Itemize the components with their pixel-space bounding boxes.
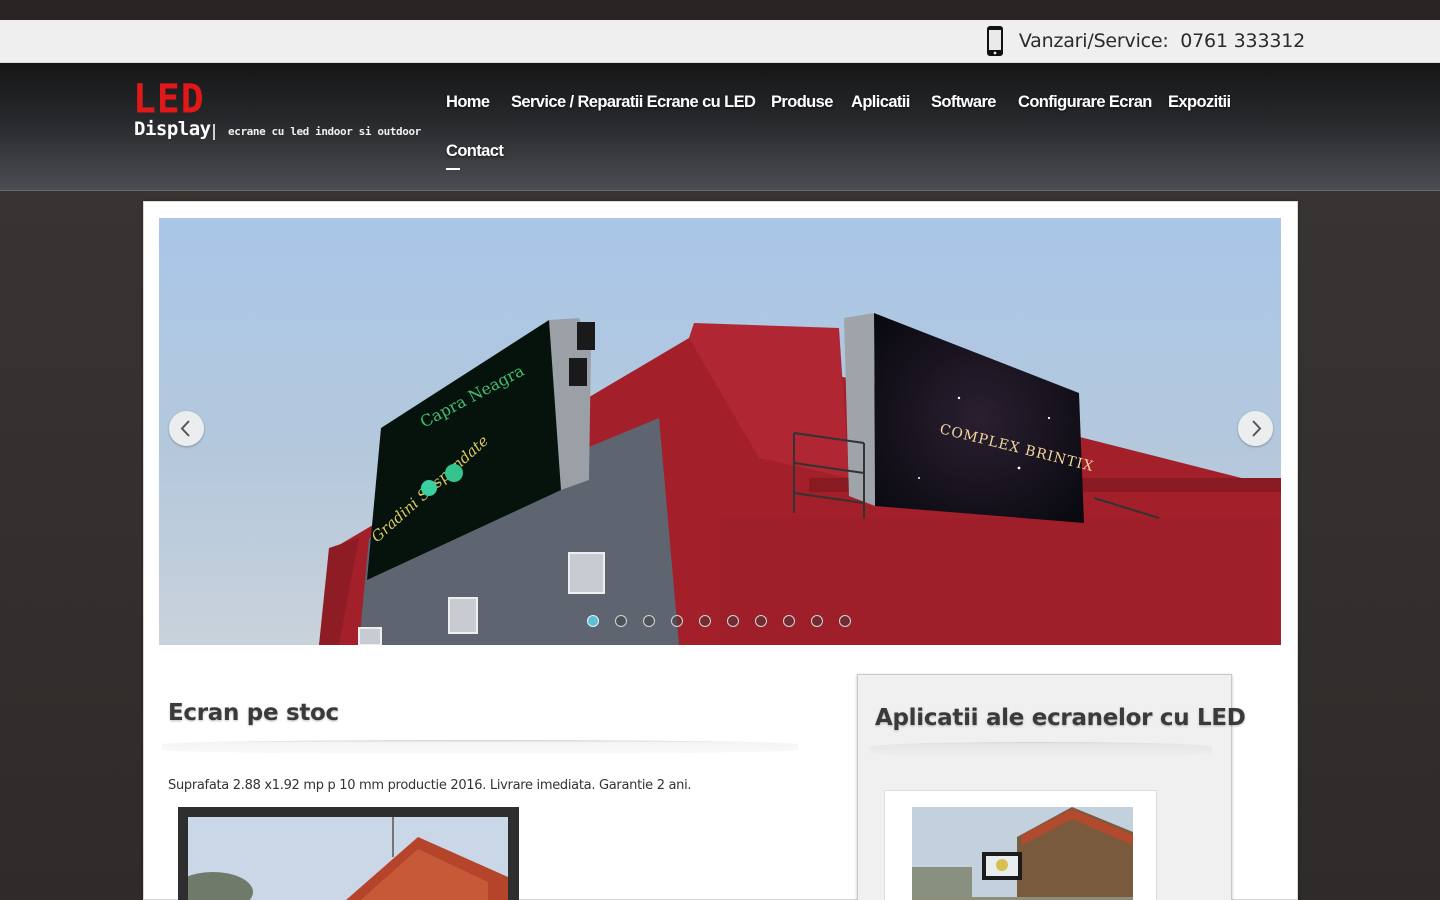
nav-aplicatii[interactable]: Aplicatii	[851, 93, 910, 112]
slider-prev-button[interactable]	[169, 411, 204, 446]
slider-dot-8[interactable]	[783, 615, 795, 627]
slider-next-button[interactable]	[1238, 411, 1273, 446]
sidebar-widget: Aplicatii ale ecranelor cu LED	[857, 674, 1246, 900]
stock-title-divider	[162, 740, 798, 754]
top-strip	[0, 0, 1440, 20]
slider-dot-9[interactable]	[811, 615, 823, 627]
sidebar-photo	[912, 807, 1133, 900]
sidebar-gallery-card[interactable]	[884, 790, 1157, 900]
nav-configurare-ecran[interactable]: Configurare Ecran	[1018, 93, 1152, 112]
site-header: LED Display ecrane cu led indoor si outd…	[0, 63, 1440, 191]
nav-produse[interactable]: Produse	[771, 93, 833, 112]
nav-service-reparatii[interactable]: Service / Reparatii Ecrane cu LED	[511, 93, 756, 112]
main-navigation: Home Service / Reparatii Ecrane cu LED P…	[446, 63, 1266, 191]
logo-display-text: Display	[134, 118, 211, 140]
slider-dot-4[interactable]	[671, 615, 683, 627]
phone-text: Vanzari/Service: 0761 333312	[1018, 30, 1305, 52]
slider-dot-1[interactable]	[587, 615, 599, 627]
stock-photo	[188, 817, 508, 900]
nav-contact[interactable]: Contact	[446, 142, 504, 160]
logo-tagline: ecrane cu led indoor si outdoor	[228, 125, 421, 138]
nav-software[interactable]: Software	[931, 93, 996, 112]
stock-description: Suprafata 2.88 x1.92 mp p 10 mm producti…	[168, 778, 692, 793]
phone-contact: Vanzari/Service: 0761 333312	[985, 25, 1305, 57]
chevron-right-icon	[1252, 420, 1262, 437]
stock-photo-frame[interactable]	[178, 807, 519, 900]
slider-dot-10[interactable]	[839, 615, 851, 627]
logo-led-text: LED	[133, 75, 205, 123]
nav-home[interactable]: Home	[446, 93, 490, 112]
hero-slider[interactable]: Capra Neagra Gradini Suspendate COMPLEX …	[159, 218, 1281, 645]
smartphone-icon	[986, 26, 1003, 56]
nav-active-indicator	[446, 168, 460, 170]
sidebar-title-divider	[870, 742, 1212, 758]
slider-pagination	[587, 615, 851, 627]
slider-dot-2[interactable]	[615, 615, 627, 627]
slider-dot-3[interactable]	[643, 615, 655, 627]
logo-separator	[213, 124, 215, 140]
slider-dot-5[interactable]	[699, 615, 711, 627]
slide-image: Capra Neagra Gradini Suspendate COMPLEX …	[159, 218, 1281, 645]
sidebar-title: Aplicatii ale ecranelor cu LED	[875, 705, 1246, 731]
chevron-left-icon	[180, 420, 190, 437]
contact-bar: Vanzari/Service: 0761 333312	[0, 20, 1440, 63]
slider-dot-7[interactable]	[755, 615, 767, 627]
stock-section-title: Ecran pe stoc	[168, 700, 339, 726]
main-content-panel: Capra Neagra Gradini Suspendate COMPLEX …	[143, 201, 1298, 900]
slider-dot-6[interactable]	[727, 615, 739, 627]
nav-contact-wrap: Contact	[446, 141, 504, 170]
nav-expozitii[interactable]: Expozitii	[1168, 93, 1231, 112]
site-logo[interactable]: LED Display ecrane cu led indoor si outd…	[133, 75, 421, 148]
